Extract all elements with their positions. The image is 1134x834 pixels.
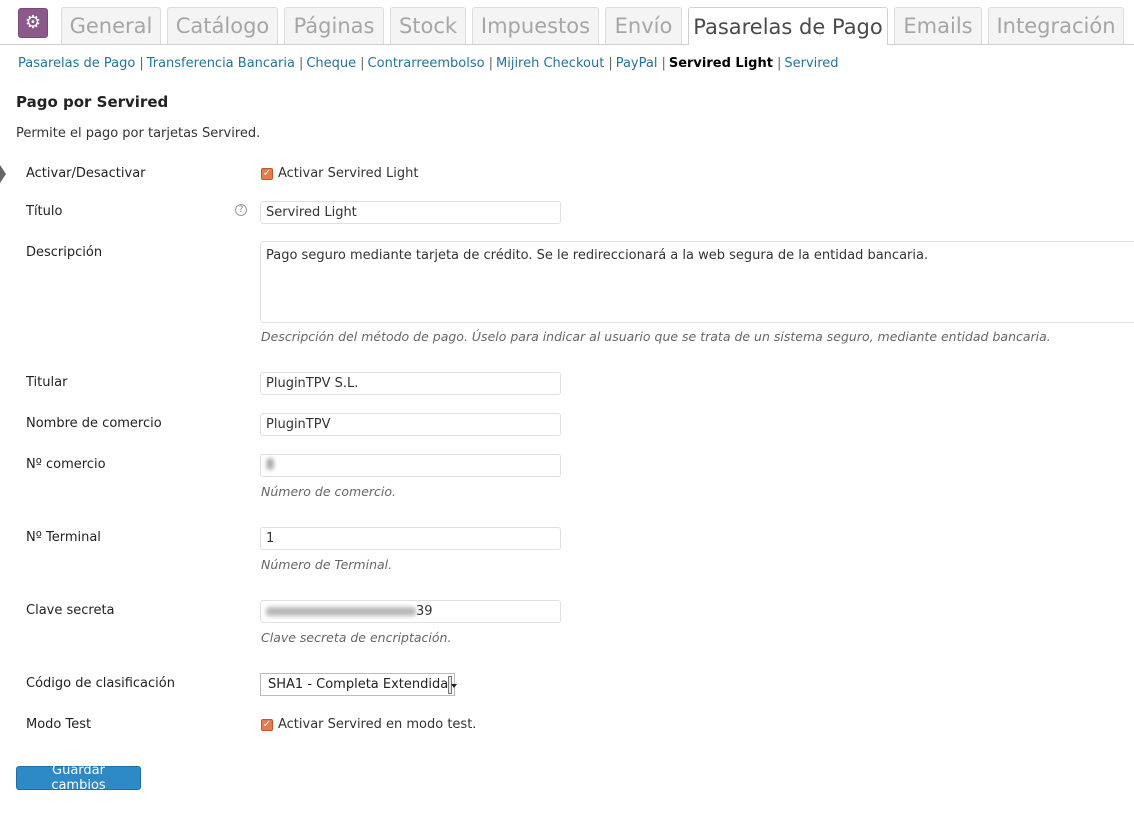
subnav-mijireh-checkout[interactable]: Mijireh Checkout (496, 56, 604, 71)
classification-label: Código de clasificación (26, 676, 175, 691)
subnav-separator: | (139, 56, 144, 71)
current-row-arrow-icon (0, 165, 6, 183)
subnav-separator: | (298, 56, 304, 71)
description-textarea[interactable]: Pago seguro mediante tarjeta de crédito.… (260, 241, 1134, 323)
tabs-underline (0, 44, 1134, 45)
classification-select[interactable]: SHA1 - Completa Extendida (260, 673, 457, 696)
gateway-subnav: Pasarelas de Pago | Transferencia Bancaria… (18, 56, 839, 72)
holder-label: Titular (26, 375, 68, 390)
tab-envio[interactable]: Envío (605, 7, 682, 44)
tab-pasarelas-de-pago[interactable]: Pasarelas de Pago (688, 7, 888, 45)
secret-key-redacted (266, 607, 416, 616)
dropdown-arrow-icon[interactable] (448, 675, 457, 694)
test-mode-checkbox-label[interactable]: Activar Servired en modo test. (278, 717, 476, 732)
tab-impuestos[interactable]: Impuestos (472, 7, 599, 44)
secret-key-input[interactable]: 39 (260, 600, 561, 623)
subnav-servired[interactable]: Servired (784, 56, 838, 71)
subnav-separator: | (661, 56, 666, 71)
merchant-number-input[interactable]: 8 (260, 454, 561, 477)
classification-selected-value: SHA1 - Completa Extendida (268, 677, 449, 692)
tab-general[interactable]: General (61, 7, 161, 44)
subnav-contrarreembolso[interactable]: Contrarreembolso (368, 56, 485, 71)
subnav-separator: | (776, 56, 782, 71)
tab-stock[interactable]: Stock (390, 7, 466, 44)
subnav-transferencia-bancaria[interactable]: Transferencia Bancaria (147, 56, 295, 71)
woocommerce-gear-icon[interactable]: ⚙ (18, 8, 48, 38)
tab-integracion[interactable]: Integración (988, 7, 1124, 44)
subnav-separator: | (608, 56, 613, 71)
test-mode-label: Modo Test (26, 717, 92, 732)
test-mode-checkbox[interactable]: ✓ (261, 719, 273, 731)
secret-key-visible-suffix: 39 (416, 604, 433, 619)
subnav-paypal[interactable]: PayPal (616, 56, 658, 71)
subnav-pasarelas-de-pago[interactable]: Pasarelas de Pago (18, 56, 135, 71)
tab-paginas[interactable]: Páginas (284, 7, 384, 44)
secret-key-label: Clave secreta (26, 603, 115, 618)
section-title: Pago por Servired (16, 93, 169, 111)
help-icon[interactable]: ? (235, 204, 247, 216)
enable-checkbox-label[interactable]: Activar Servired Light (278, 166, 418, 181)
title-input[interactable] (260, 201, 561, 224)
subnav-separator: | (360, 56, 365, 71)
description-label: Descripción (26, 245, 103, 260)
subnav-separator: | (488, 56, 493, 71)
save-changes-button[interactable]: Guardar cambios (16, 763, 141, 793)
description-hint: Descripción del método de pago. Úselo pa… (261, 329, 1051, 344)
enable-checkbox[interactable]: ✓ (261, 168, 273, 180)
enable-label: Activar/Desactivar (26, 166, 146, 181)
secret-key-hint: Clave secreta de encriptación. (261, 630, 452, 645)
merchant-number-hint: Número de comercio. (261, 484, 396, 499)
subnav-cheque[interactable]: Cheque (306, 56, 356, 71)
merchant-name-input[interactable] (260, 413, 561, 436)
terminal-hint: Número de Terminal. (261, 557, 393, 572)
holder-input[interactable] (260, 372, 561, 395)
terminal-input[interactable] (260, 527, 561, 550)
title-label: Título (26, 204, 63, 219)
merchant-number-value: 8 (266, 458, 275, 473)
section-description: Permite el pago por tarjetas Servired. (16, 126, 261, 141)
tab-catalogo[interactable]: Catálogo (167, 7, 278, 44)
merchant-name-label: Nombre de comercio (26, 416, 162, 431)
subnav-servired-light-current: Servired Light (668, 56, 773, 71)
merchant-number-label: Nº comercio (26, 457, 106, 472)
terminal-label: Nº Terminal (26, 530, 101, 545)
tab-emails[interactable]: Emails (894, 7, 982, 44)
